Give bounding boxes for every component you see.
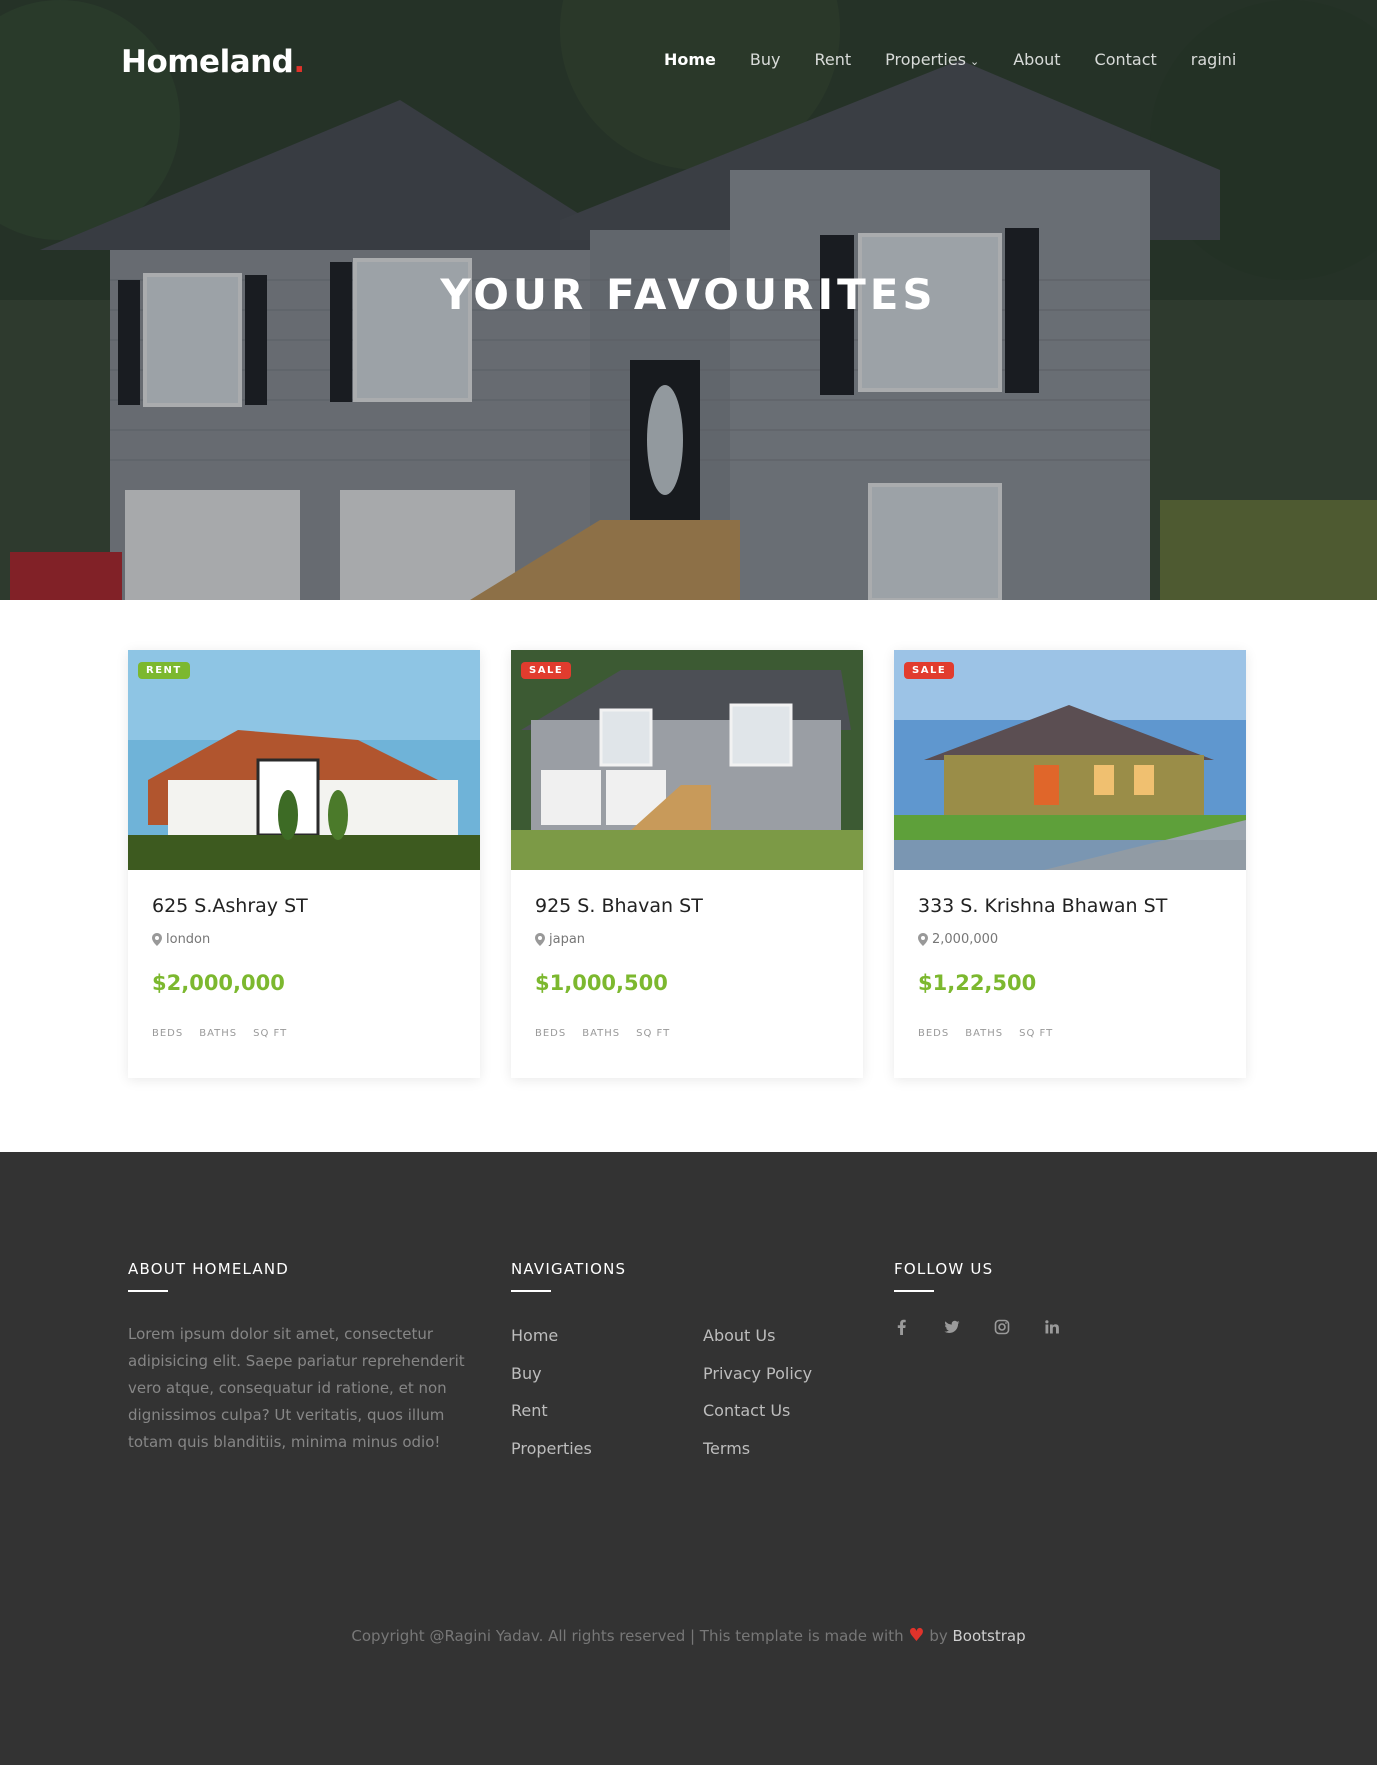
facebook-icon[interactable]: [894, 1319, 910, 1335]
property-specs: BEDS BATHS SQ FT: [152, 1028, 303, 1039]
footer-about-text: Lorem ipsum dolor sit amet, consectetur …: [128, 1325, 465, 1451]
footer-navigations: NAVIGATIONS Home Buy Rent Properties Abo…: [511, 1260, 871, 1458]
nav-item-home[interactable]: Home: [664, 50, 716, 69]
spec-beds: BEDS: [535, 1028, 567, 1039]
spec-sqft: SQ FT: [253, 1028, 288, 1039]
property-card[interactable]: SALE 333 S. Krishna Bhawan ST 2,000,000 …: [894, 650, 1246, 1078]
main-menu: Home Buy Rent Properties ⌄ About Contact …: [664, 50, 1270, 69]
nav-item-about[interactable]: About: [1013, 50, 1060, 69]
footer-nav-column-2: About Us Privacy Policy Contact Us Terms: [703, 1326, 812, 1476]
footer-nav-column-1: Home Buy Rent Properties: [511, 1326, 592, 1476]
status-badge: SALE: [904, 662, 955, 679]
footer-link-terms[interactable]: Terms: [703, 1439, 812, 1477]
property-specs: BEDS BATHS SQ FT: [918, 1028, 1069, 1039]
property-location: london: [152, 932, 210, 947]
property-image[interactable]: SALE: [511, 650, 863, 870]
property-location: 2,000,000: [918, 932, 998, 947]
copyright-text: Copyright @Ragini Yadav. All rights rese…: [351, 1625, 1026, 1646]
footer-about: ABOUT HOMELAND Lorem ipsum dolor sit ame…: [128, 1260, 478, 1456]
map-pin-icon: [918, 933, 928, 946]
footer-link-contact-us[interactable]: Contact Us: [703, 1401, 812, 1439]
nav-item-properties[interactable]: Properties ⌄: [885, 50, 979, 69]
property-title[interactable]: 925 S. Bhavan ST: [535, 895, 703, 917]
spec-sqft: SQ FT: [1019, 1028, 1054, 1039]
footer-link-about-us[interactable]: About Us: [703, 1326, 812, 1364]
property-title[interactable]: 333 S. Krishna Bhawan ST: [918, 895, 1167, 917]
spec-baths: BATHS: [582, 1028, 621, 1039]
footer-link-privacy-policy[interactable]: Privacy Policy: [703, 1364, 812, 1402]
footer-nav-heading: NAVIGATIONS: [511, 1260, 627, 1278]
status-badge: RENT: [138, 662, 190, 679]
social-links: [894, 1319, 1094, 1335]
twitter-icon[interactable]: [944, 1319, 960, 1335]
footer-about-heading: ABOUT HOMELAND: [128, 1260, 290, 1278]
footer-follow: FOLLOW US: [894, 1260, 1094, 1335]
property-photo: [894, 650, 1246, 870]
spec-baths: BATHS: [199, 1028, 238, 1039]
instagram-icon[interactable]: [994, 1319, 1010, 1335]
property-specs: BEDS BATHS SQ FT: [535, 1028, 686, 1039]
footer-follow-heading: FOLLOW US: [894, 1260, 994, 1278]
property-title[interactable]: 625 S.Ashray ST: [152, 895, 308, 917]
footer-link-home[interactable]: Home: [511, 1326, 592, 1364]
property-card[interactable]: SALE 925 S. Bhavan ST japan $1,000,500 B…: [511, 650, 863, 1078]
footer-link-buy[interactable]: Buy: [511, 1364, 592, 1402]
property-image[interactable]: SALE: [894, 650, 1246, 870]
top-navigation: Homeland. Home Buy Rent Properties ⌄ Abou…: [0, 0, 1377, 120]
property-card[interactable]: RENT 625 S.Ashray ST london $2,000,000 B…: [128, 650, 480, 1078]
nav-item-user[interactable]: ragini: [1191, 50, 1237, 69]
chevron-down-icon: ⌄: [970, 55, 980, 68]
nav-item-contact[interactable]: Contact: [1095, 50, 1157, 69]
footer-link-properties[interactable]: Properties: [511, 1439, 592, 1477]
spec-beds: BEDS: [152, 1028, 184, 1039]
map-pin-icon: [535, 933, 545, 946]
map-pin-icon: [152, 933, 162, 946]
bootstrap-link[interactable]: Bootstrap: [953, 1627, 1026, 1645]
linkedin-icon[interactable]: [1044, 1319, 1060, 1335]
spec-baths: BATHS: [965, 1028, 1004, 1039]
site-logo[interactable]: Homeland.: [121, 44, 305, 80]
heading-underline: [128, 1290, 168, 1292]
nav-item-rent[interactable]: Rent: [815, 50, 852, 69]
property-photo: [128, 650, 480, 870]
property-price: $1,000,500: [535, 971, 668, 995]
property-location: japan: [535, 932, 585, 947]
spec-beds: BEDS: [918, 1028, 950, 1039]
heading-underline: [511, 1290, 551, 1292]
heart-icon: ♥: [908, 1625, 925, 1646]
nav-item-buy[interactable]: Buy: [750, 50, 781, 69]
property-photo: [511, 650, 863, 870]
property-price: $1,22,500: [918, 971, 1037, 995]
status-badge: SALE: [521, 662, 572, 679]
property-image[interactable]: RENT: [128, 650, 480, 870]
favourites-list: RENT 625 S.Ashray ST london $2,000,000 B…: [128, 650, 1248, 1080]
hero-banner: Homeland. Home Buy Rent Properties ⌄ Abou…: [0, 0, 1377, 600]
property-price: $2,000,000: [152, 971, 285, 995]
heading-underline: [894, 1290, 934, 1292]
spec-sqft: SQ FT: [636, 1028, 671, 1039]
page-title: YOUR FAVOURITES: [440, 270, 937, 319]
site-footer: ABOUT HOMELAND Lorem ipsum dolor sit ame…: [0, 1152, 1377, 1765]
footer-link-rent[interactable]: Rent: [511, 1401, 592, 1439]
